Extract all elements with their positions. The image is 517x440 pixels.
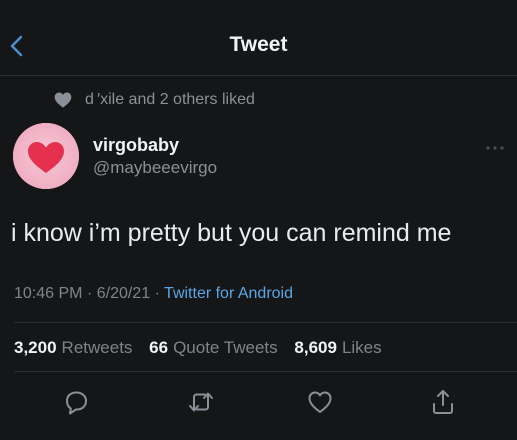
tweet-time: 10:46 PM [14,285,83,302]
tweet-text: i know i’m pretty but you can remind me [11,219,452,247]
quote-tweets-count: 66 [149,338,169,357]
share-button[interactable] [426,386,460,418]
display-name[interactable]: virgobaby [93,135,179,156]
header-divider [0,75,517,76]
liked-by-text: d ′xile and 2 others liked [85,91,255,108]
quote-tweets-label: Quote Tweets [173,338,278,357]
retweets-label: Retweets [61,338,133,357]
engagement-stats: 3,200 Retweets 66 Quote Tweets 8,609 Likes [14,338,394,358]
retweet-button[interactable] [184,386,218,418]
tweet-date: 6/20/21 [96,285,151,302]
divider [14,371,517,372]
top-bar: Tweet [0,0,517,86]
likes-stat[interactable]: 8,609 Likes [294,338,381,357]
meta-separator: · [154,285,160,302]
heart-icon [54,92,72,108]
like-button[interactable] [303,386,337,418]
pink-heart-avatar [13,123,79,189]
heart-outline-icon [308,391,332,413]
likes-count: 8,609 [294,338,337,357]
more-options-button[interactable] [484,140,506,150]
retweets-count: 3,200 [14,338,57,357]
share-icon [433,390,453,414]
divider [14,322,517,323]
reply-icon [66,391,87,415]
meta-separator: · [86,285,93,302]
retweet-icon [189,392,213,412]
tweet-source-link[interactable]: Twitter for Android [164,285,293,302]
avatar[interactable] [13,123,79,189]
social-context[interactable]: d ′xile and 2 others liked [53,89,255,111]
more-icon [486,146,504,150]
reply-button[interactable] [59,386,93,418]
likes-label: Likes [341,338,382,357]
page-title: Tweet [229,33,288,56]
quote-tweets-stat[interactable]: 66 Quote Tweets [149,338,278,357]
user-handle[interactable]: @maybeeevirgo [93,158,217,178]
tweet-metadata: 10:46 PM · 6/20/21 · Twitter for Android [14,285,293,303]
retweets-stat[interactable]: 3,200 Retweets [14,338,132,357]
